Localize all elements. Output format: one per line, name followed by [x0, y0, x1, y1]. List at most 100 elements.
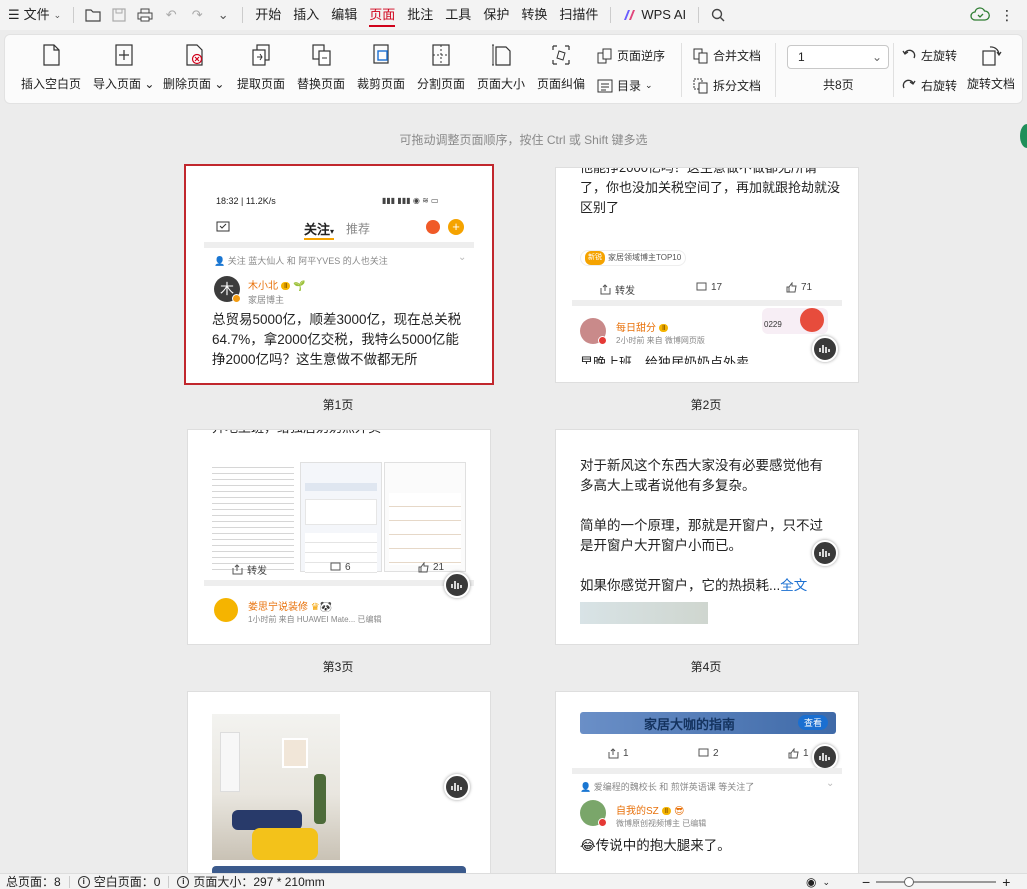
menu-tools[interactable]: 工具 [439, 0, 477, 30]
zoom-in-button[interactable]: + [1002, 874, 1010, 889]
rotate-right-button[interactable]: 右旋转 [901, 77, 957, 94]
view-mode-button[interactable]: ◉ ⌄ [806, 874, 830, 889]
menu-protect[interactable]: 保护 [477, 0, 515, 30]
rotate-left-icon [902, 49, 916, 58]
page-deskew-button[interactable]: 页面纠偏 [537, 43, 585, 92]
page-reverse-button[interactable]: 页面逆序 [597, 47, 665, 64]
menu-divider [610, 7, 612, 23]
audio-float-button[interactable] [444, 774, 470, 800]
split-doc-button[interactable]: 拆分文档 [693, 77, 761, 94]
page-thumbnail-3[interactable]: 异地上班，给独居奶奶点外卖 转发 6 21 娄思宁说装修 ♛🐼 1小时前 来自 … [187, 429, 491, 645]
repost-action[interactable]: 转发 [232, 562, 267, 577]
tab-follow[interactable]: 关注▾ [304, 219, 335, 240]
zoom-slider-handle[interactable] [904, 877, 915, 887]
print-icon[interactable] [132, 0, 158, 30]
audio-bars-icon [819, 345, 830, 353]
ribbon-divider [893, 43, 894, 97]
menu-convert[interactable]: 转换 [515, 0, 553, 30]
feed-separator [204, 580, 474, 586]
audio-float-button[interactable] [812, 744, 838, 770]
comment-action[interactable]: 2 [698, 748, 719, 759]
checkin-icon [216, 220, 230, 232]
info-icon: i [77, 875, 90, 888]
search-icon[interactable] [705, 0, 731, 30]
banner-view-button[interactable]: 查看 [797, 715, 828, 730]
menubar-right: ⋮ [970, 0, 1027, 30]
chevron-down-icon: ⌄ [645, 80, 653, 90]
wps-ai-button[interactable]: WPS AI [617, 0, 692, 30]
post-text: 早晚上班，给独居奶奶点外卖 [580, 355, 750, 364]
merge-doc-button[interactable]: 合并文档 [693, 47, 761, 64]
menu-edit[interactable]: 编辑 [325, 0, 363, 30]
replace-page-button[interactable]: 替换页面 [297, 43, 345, 92]
menu-bar: ☰ 文件 ⌄ ↶ ↷ ⌄ 开始 插入 编辑 页面 批注 工具 保护 转换 扫描件… [0, 0, 1027, 30]
tab-recommend[interactable]: 推荐 [346, 220, 370, 237]
menu-divider [698, 7, 700, 23]
cloud-sync-icon[interactable] [970, 6, 990, 24]
menu-annotate[interactable]: 批注 [401, 0, 439, 30]
repost-action[interactable]: 转发 [600, 282, 635, 297]
repost-action[interactable]: 1 [608, 748, 629, 759]
page-thumbnail-2[interactable]: 他能挣2000亿吗？这生意做不做都无所谓了，你也没加关税空间了，再加就跟抢劫就没… [555, 167, 859, 383]
user-tag: 家居博主 [248, 295, 285, 305]
sticker-icon [800, 308, 824, 332]
thumbs-up-icon [786, 282, 797, 293]
delete-page-button[interactable]: 删除页面 ⌄ [163, 43, 224, 92]
redo-icon[interactable]: ↷ [184, 0, 210, 30]
banner-text: 家居大咖的指南 [644, 717, 736, 732]
side-assistant-icon[interactable] [1020, 124, 1027, 148]
page-number-select[interactable]: 1 ⌄ [787, 45, 889, 69]
chevron-down-icon: ⌄ [822, 876, 831, 887]
full-text-link[interactable]: 全文 [780, 578, 807, 593]
total-pages-status: 总页面：8 [6, 875, 61, 889]
blank-page-icon [43, 44, 60, 66]
banner: 家居大咖的指南 查看 [580, 712, 836, 734]
import-page-button[interactable]: 导入页面 ⌄ [93, 43, 154, 92]
page-thumbnail-6[interactable]: 家居大咖的指南 查看 1 2 1 👤 爱编程的魏校长 和 煎饼英语课 等关注了 … [555, 691, 859, 873]
zoom-control: − + [862, 874, 1010, 889]
delete-page-icon [186, 44, 203, 66]
menu-insert[interactable]: 插入 [287, 0, 325, 30]
split-page-button[interactable]: 分割页面 [417, 43, 465, 92]
audio-float-button[interactable] [812, 336, 838, 362]
share-icon [608, 748, 619, 759]
paragraph-3: 如果你感觉开窗户，它的热损耗...全文 [580, 578, 808, 593]
comment-action[interactable]: 17 [696, 282, 722, 293]
extract-page-button[interactable]: 提取页面 [237, 43, 285, 92]
crop-page-button[interactable]: 裁剪页面 [357, 43, 405, 92]
audio-float-button[interactable] [444, 572, 470, 598]
save-icon[interactable] [106, 0, 132, 30]
like-action[interactable]: 71 [786, 282, 812, 293]
verified-badge [598, 336, 607, 345]
wps-ai-icon [624, 10, 636, 20]
rotate-right-icon [902, 79, 916, 88]
sofa [232, 810, 302, 830]
rotate-left-button[interactable]: 左旋转 [901, 47, 957, 64]
like-action[interactable]: 21 [418, 562, 444, 573]
insert-blank-page-button[interactable]: 插入空白页 [21, 43, 81, 92]
zoom-slider[interactable] [876, 877, 997, 887]
page-number-value: 1 [798, 50, 805, 64]
open-folder-icon[interactable] [80, 0, 106, 30]
toc-button[interactable]: 目录 ⌄ [597, 77, 653, 94]
thumbs-up-icon [788, 748, 799, 759]
comment-action[interactable]: 6 [330, 562, 351, 573]
undo-icon[interactable]: ↶ [158, 0, 184, 30]
menu-page[interactable]: 页面 [363, 0, 401, 30]
feed-separator [204, 242, 474, 248]
page-thumbnail-4[interactable]: 对于新风这个东西大家没有必要感觉他有多高大上或者说他有多复杂。 简单的一个原理，… [555, 429, 859, 645]
menu-home[interactable]: 开始 [249, 0, 287, 30]
rotate-doc-button[interactable]: 旋转文档 [967, 43, 1015, 92]
page-thumbnail-1[interactable]: 18:32 | 11.2K/s ▮▮▮ ▮▮▮ ◉ ≋ ▭ 关注▾ 推荐 + 👤… [184, 164, 494, 385]
zoom-out-button[interactable]: − [862, 874, 870, 889]
page-size-button[interactable]: 页面大小 [477, 43, 525, 92]
audio-float-button[interactable] [812, 540, 838, 566]
file-menu[interactable]: ☰ 文件 ⌄ [0, 0, 67, 30]
more-options-icon[interactable]: ⋮ [1000, 7, 1015, 24]
page-label-3: 第3页 [322, 660, 354, 674]
menu-scan[interactable]: 扫描件 [553, 0, 604, 30]
more-chevron-icon[interactable]: ⌄ [210, 0, 236, 30]
like-action[interactable]: 1 [788, 748, 809, 759]
wps-ai-label: WPS AI [641, 7, 687, 22]
page-thumbnail-5[interactable] [187, 691, 491, 873]
